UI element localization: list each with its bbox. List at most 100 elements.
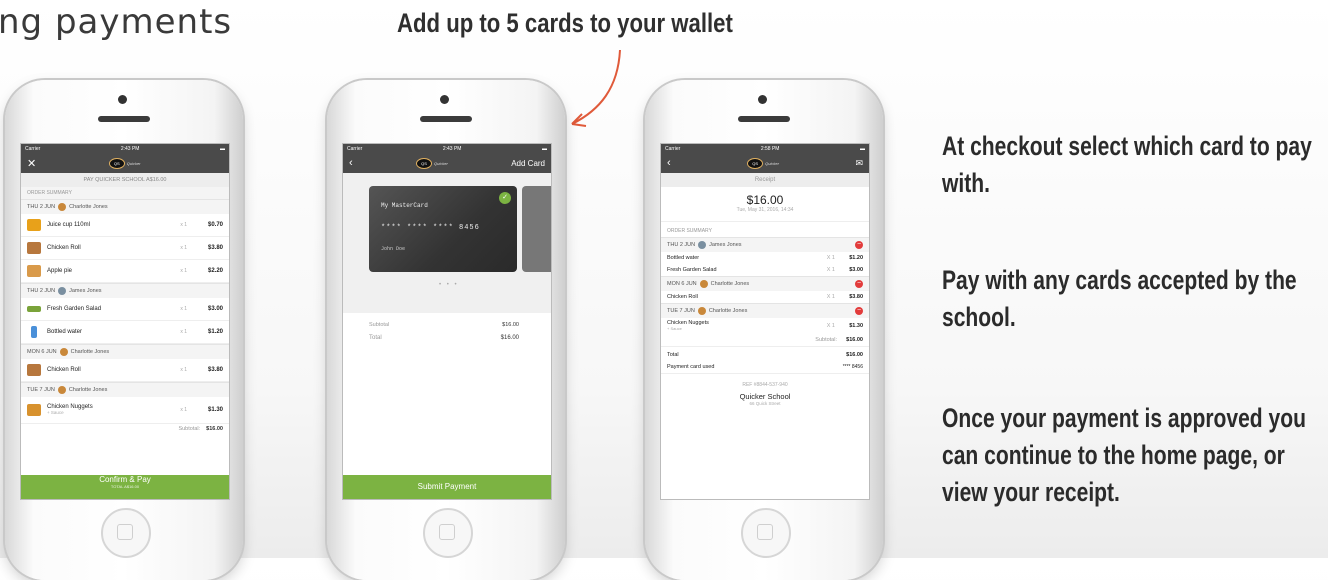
card-screen: Carrier 2:43 PM ▬ ‹ QS Quicker Add Card M… bbox=[342, 143, 552, 500]
home-button bbox=[101, 508, 151, 558]
day-header: MON 6 JUN Charlotte Jones − bbox=[661, 276, 869, 291]
side-text-approved: Once your payment is approved you can co… bbox=[942, 403, 1306, 507]
card-used-row: Payment card used **** 8456 bbox=[661, 361, 869, 374]
list-item[interactable]: Apple pie x 1 $2.20 bbox=[21, 260, 229, 283]
day-header: THU 2 JUN James Jones − bbox=[661, 237, 869, 252]
phone-card-select: Carrier 2:43 PM ▬ ‹ QS Quicker Add Card M… bbox=[327, 80, 565, 580]
receipt-ref: REF #8844-537-940 bbox=[742, 382, 788, 388]
camera bbox=[118, 95, 127, 104]
total-row: Total $16.00 bbox=[369, 335, 519, 341]
remove-icon: − bbox=[855, 307, 863, 315]
add-card-button[interactable]: Add Card bbox=[511, 159, 545, 168]
clock: 2:43 PM bbox=[120, 145, 140, 152]
app-logo: QS Quicker bbox=[416, 157, 448, 169]
receipt-amount: $16.00 bbox=[746, 193, 784, 207]
school-address: 66 Quick Street bbox=[749, 401, 781, 406]
roll-icon bbox=[27, 242, 41, 254]
carrier-label: Carrier bbox=[25, 145, 41, 152]
day-header: THU 2 JUN James Jones bbox=[21, 283, 229, 298]
nav-bar: ‹ QS Quicker ✉ bbox=[661, 153, 869, 173]
avatar bbox=[59, 348, 68, 356]
list-item[interactable]: Fresh Garden Salad x 1 $3.00 bbox=[21, 298, 229, 321]
list-item[interactable]: Bottled water x 1 $1.20 bbox=[21, 321, 229, 344]
app-logo: QS Quicker bbox=[108, 157, 141, 169]
mail-icon[interactable]: ✉ bbox=[855, 158, 863, 169]
receipt-title: Receipt bbox=[661, 173, 869, 187]
battery-icon: ▬ bbox=[220, 145, 225, 152]
juice-icon bbox=[27, 219, 41, 231]
camera bbox=[440, 95, 449, 104]
pie-icon bbox=[27, 265, 41, 277]
phone-checkout: Carrier 2:43 PM ▬ ✕ QS Quicker PAY QUICKE… bbox=[5, 80, 243, 580]
total-row: Total $16.00 bbox=[667, 352, 863, 358]
camera bbox=[758, 95, 767, 104]
list-item[interactable]: Juice cup 110ml x 1 $0.70 bbox=[21, 214, 229, 237]
side-text-cards: Pay with any cards accepted by the schoo… bbox=[942, 265, 1297, 332]
status-bar: Carrier 2:58 PM ▬ bbox=[661, 144, 869, 153]
receipt-row: Chicken Roll X 1 $3.80 bbox=[667, 294, 863, 300]
wallet-note: Add up to 5 cards to your wallet bbox=[397, 8, 733, 38]
avatar bbox=[697, 307, 706, 315]
day-header: MON 6 JUN Charlotte Jones bbox=[21, 344, 229, 359]
avatar bbox=[58, 287, 67, 295]
remove-icon: − bbox=[855, 280, 863, 288]
subtotal-row: Subtotal: $16.00 bbox=[178, 426, 223, 432]
confirm-pay-button[interactable]: Confirm & Pay TOTAL A$16.00 bbox=[21, 475, 229, 499]
receipt-row: Fresh Garden Salad X 1 $3.00 bbox=[667, 267, 863, 273]
day-header: TUE 7 JUN Charlotte Jones − bbox=[661, 303, 869, 318]
app-logo: QS Quicker bbox=[747, 157, 779, 169]
receipt-screen: Carrier 2:58 PM ▬ ‹ QS Quicker ✉ Receipt … bbox=[660, 143, 870, 500]
status-bar: Carrier 2:43 PM ▬ bbox=[343, 144, 551, 153]
page-heading: ng payments bbox=[0, 2, 233, 42]
subtotal-row: Subtotal: $16.00 bbox=[661, 334, 869, 347]
carousel-pager: • • • bbox=[439, 282, 459, 288]
nav-bar: ✕ QS Quicker bbox=[21, 153, 229, 173]
close-icon[interactable]: ✕ bbox=[27, 157, 36, 170]
avatar bbox=[699, 280, 708, 288]
avatar bbox=[58, 203, 67, 211]
nav-bar: ‹ QS Quicker Add Card bbox=[343, 153, 551, 173]
bottle-icon bbox=[31, 326, 37, 338]
receipt-row: Bottled water X 1 $1.20 bbox=[667, 255, 863, 261]
order-summary-label: ORDER SUMMARY bbox=[661, 222, 869, 237]
subtotal-row: Subtotal $16.00 bbox=[369, 322, 519, 328]
clock: 2:43 PM bbox=[442, 145, 462, 152]
list-item[interactable]: Chicken Nuggets + Sauce x 1 $1.30 bbox=[21, 397, 229, 424]
status-bar: Carrier 2:43 PM ▬ bbox=[21, 144, 229, 153]
salad-icon bbox=[27, 306, 41, 312]
list-item[interactable]: Chicken Roll x 1 $3.80 bbox=[21, 359, 229, 382]
speaker bbox=[420, 116, 472, 122]
school-name: Quicker School bbox=[739, 392, 791, 401]
pay-label: PAY QUICKER SCHOOL A$16.00 bbox=[21, 173, 229, 187]
speaker bbox=[98, 116, 150, 122]
phone-receipt: Carrier 2:58 PM ▬ ‹ QS Quicker ✉ Receipt … bbox=[645, 80, 883, 580]
checkout-screen: Carrier 2:43 PM ▬ ✕ QS Quicker PAY QUICKE… bbox=[20, 143, 230, 500]
list-item[interactable]: Chicken Roll x 1 $3.80 bbox=[21, 237, 229, 260]
receipt-row: Chicken Nuggets + Sauce X 1 $1.30 bbox=[667, 320, 863, 331]
roll-icon bbox=[27, 364, 41, 376]
next-card[interactable] bbox=[522, 186, 551, 272]
check-icon: ✓ bbox=[499, 192, 511, 204]
battery-icon: ▬ bbox=[542, 145, 547, 152]
avatar bbox=[57, 386, 66, 394]
day-header: TUE 7 JUN Charlotte Jones bbox=[21, 382, 229, 397]
home-button bbox=[423, 508, 473, 558]
home-button bbox=[741, 508, 791, 558]
carrier-label: Carrier bbox=[347, 145, 363, 152]
carrier-label: Carrier bbox=[665, 145, 681, 152]
selected-card[interactable]: My MasterCard **** **** **** 8456 John D… bbox=[369, 186, 517, 272]
order-summary-label: ORDER SUMMARY bbox=[21, 187, 229, 199]
side-text-checkout: At checkout select which card to pay wit… bbox=[942, 131, 1312, 198]
clock: 2:58 PM bbox=[760, 145, 780, 152]
speaker bbox=[738, 116, 790, 122]
remove-icon: − bbox=[855, 241, 863, 249]
back-icon[interactable]: ‹ bbox=[349, 157, 353, 169]
submit-payment-button[interactable]: Submit Payment bbox=[343, 475, 551, 499]
nuggets-icon bbox=[27, 404, 41, 416]
avatar bbox=[698, 241, 707, 249]
day-header: THU 2 JUN Charlotte Jones bbox=[21, 199, 229, 214]
pointer-arrow bbox=[571, 49, 621, 127]
back-icon[interactable]: ‹ bbox=[667, 157, 671, 169]
receipt-date: Tue, May 31, 2016, 14:34 bbox=[661, 207, 869, 222]
battery-icon: ▬ bbox=[860, 145, 865, 152]
